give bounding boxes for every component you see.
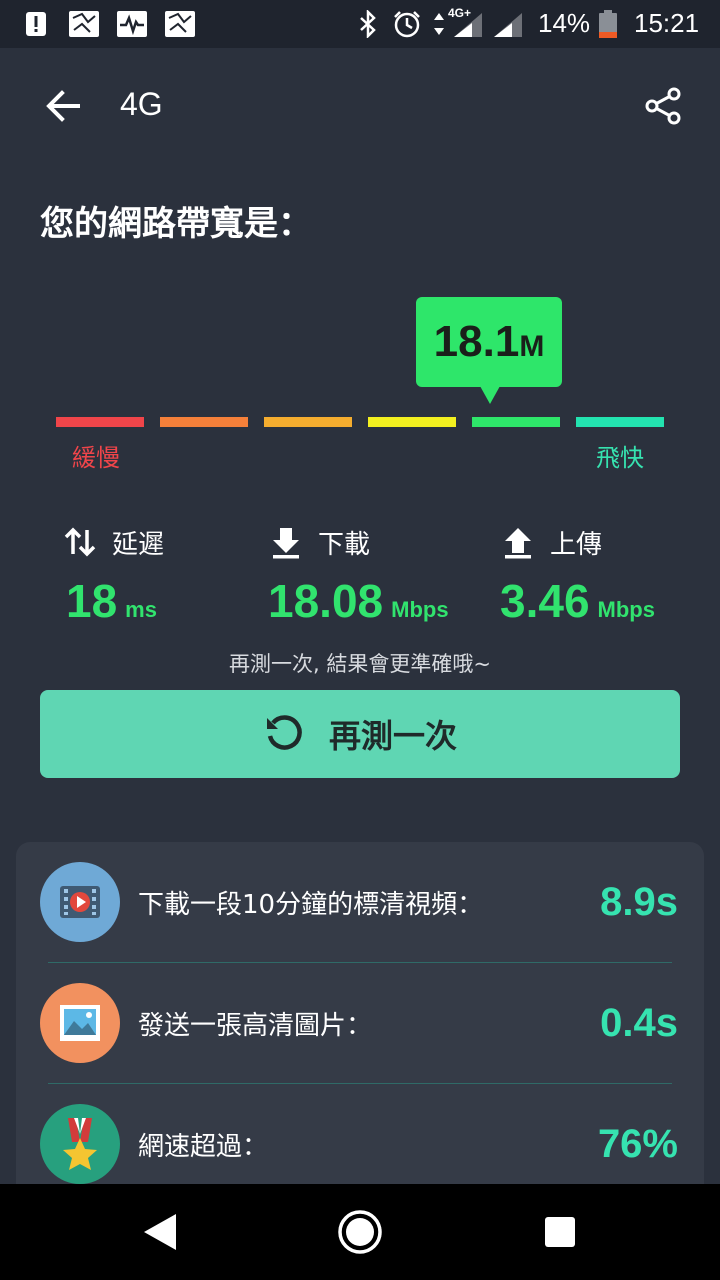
upload-header: 上傳 [500,520,602,564]
speed-bubble-pointer [480,386,500,404]
result-value-ranking: 76% [597,1122,678,1166]
latency-value: 18 ms [66,574,157,628]
retest-hint: 再測一次, 結果會更準確哦~ [229,652,491,676]
alarm-icon [394,11,420,38]
recents-square-icon[interactable] [536,1208,584,1256]
download-header: 下載 [268,520,370,564]
signal-icon [454,13,482,37]
upload-label: 上傳 [550,529,603,560]
photo-icon [69,11,99,37]
retest-button[interactable]: 再測一次 [40,690,680,778]
clock: 15:21 [634,8,700,38]
latency-arrows-icon [64,527,96,557]
battery-percent: 14% [538,8,591,38]
upload-number: 3.46 [500,575,590,627]
medal-icon [40,1104,120,1184]
data-arrows-icon [434,13,444,35]
latency-unit: ms [125,597,157,622]
gauge-segment-6 [576,417,664,427]
gauge-segment-2 [160,417,248,427]
gauge-label-fast: 飛快 [596,444,644,472]
gauge-segment-1 [56,417,144,427]
signal-icon-2 [494,13,522,37]
refresh-icon [266,715,302,750]
result-label-video: 下載一段10分鐘的標清視頻： [138,890,484,920]
upload-unit: Mbps [597,597,655,622]
upload-icon [505,528,531,559]
results-card: 下載一段10分鐘的標清視頻： 8.9s 發送一張高清圖片： 0.4s 網速超過：… [16,842,704,1202]
activity-icon [117,11,147,37]
latency-number: 18 [66,575,118,627]
bluetooth-icon [360,10,376,38]
navigation-bar [0,1184,720,1280]
home-circle-icon[interactable] [336,1208,384,1256]
gauge-segment-3 [264,417,352,427]
result-value-video: 8.9s [600,880,678,924]
upload-value: 3.46 Mbps [500,574,655,628]
download-number: 18.08 [268,575,384,627]
speed-number: 18.1 [433,317,520,366]
gauge-label-slow: 緩慢 [72,444,120,472]
result-label-ranking: 網速超過： [138,1132,269,1162]
gauge-segment-4 [368,417,456,427]
back-arrow-icon[interactable] [40,82,88,130]
page-title: 4G [120,86,163,122]
status-bar: 4G+ 14% 15:21 [0,0,720,48]
bandwidth-headline: 您的網路帶寬是： [40,204,312,244]
result-row-image: 發送一張高清圖片： 0.4s [16,963,704,1083]
alert-icon [26,12,46,36]
result-value-image: 0.4s [600,1001,678,1045]
download-label: 下載 [318,529,371,560]
latency-label: 延遲 [112,529,165,560]
video-icon [40,862,120,942]
download-unit: Mbps [391,597,449,622]
photo-icon-2 [165,11,195,37]
image-icon [40,983,120,1063]
retest-button-label: 再測一次 [328,717,457,755]
gauge-segment-5 [472,417,560,427]
download-icon [273,528,299,559]
download-value: 18.08 Mbps [268,574,449,628]
share-icon[interactable] [640,82,688,130]
speed-unit: M [519,330,545,363]
back-triangle-icon[interactable] [136,1208,184,1256]
speed-value: 18.1M [416,317,562,367]
latency-header: 延遲 [62,520,164,564]
result-row-video: 下載一段10分鐘的標清視頻： 8.9s [16,842,704,962]
app-bar: 4G [0,48,720,160]
battery-icon [599,10,617,38]
speed-bubble: 18.1M [416,297,562,387]
result-label-image: 發送一張高清圖片： [138,1011,373,1041]
